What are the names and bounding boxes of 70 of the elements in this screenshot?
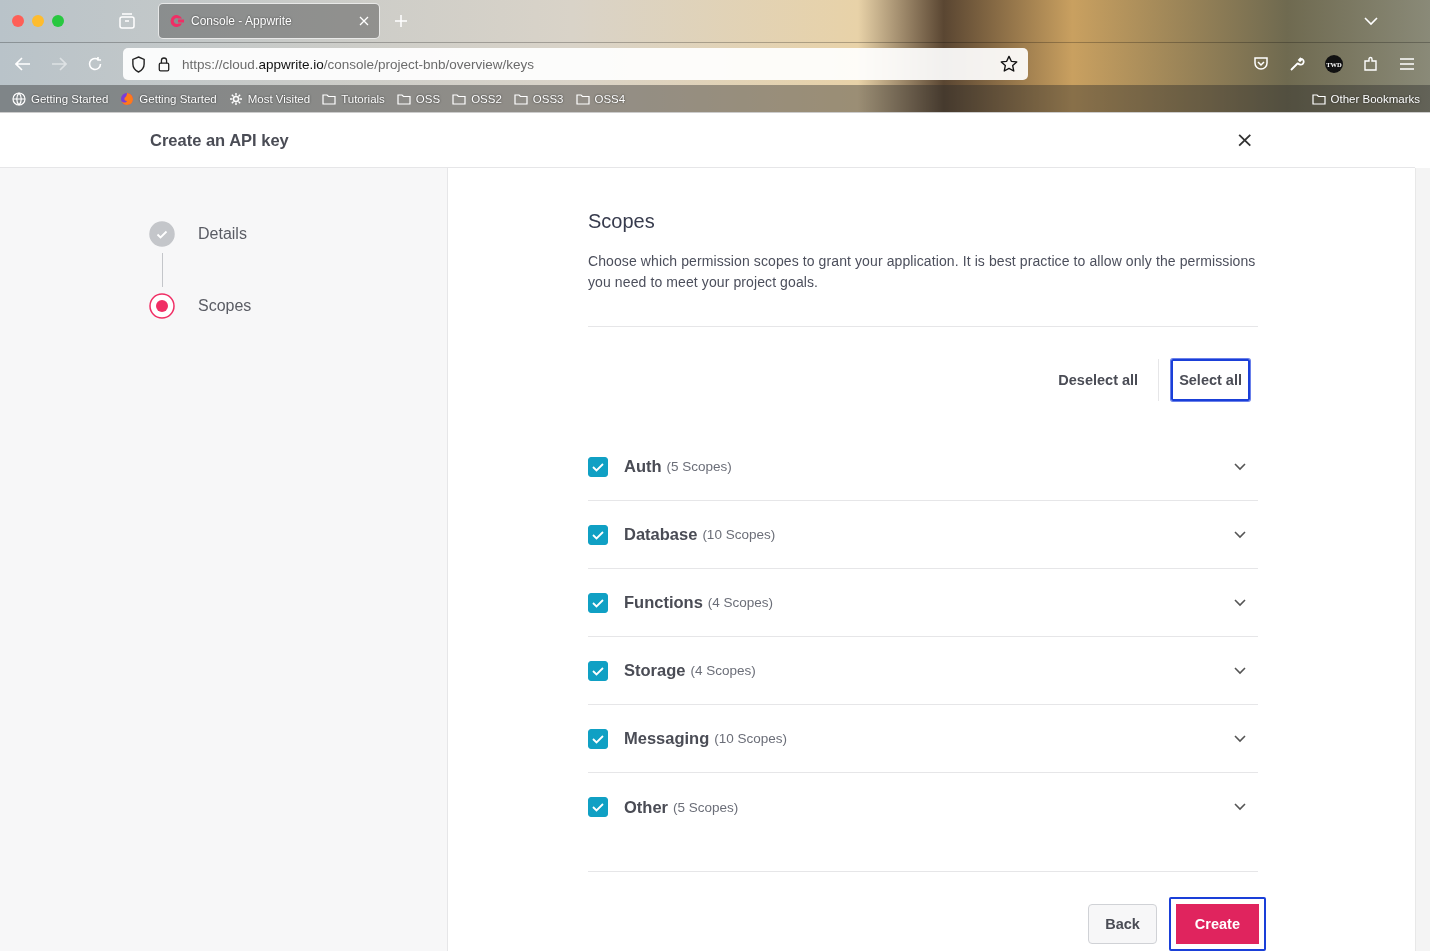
chevron-down-icon[interactable] (1234, 462, 1246, 471)
chevron-down-icon[interactable] (1234, 734, 1246, 743)
checkbox[interactable] (588, 660, 608, 681)
zoom-window-dot[interactable] (52, 15, 64, 27)
scope-count: (5 Scopes) (673, 799, 739, 815)
checkbox[interactable] (588, 728, 608, 749)
checkbox[interactable] (588, 524, 608, 545)
url-text: https://cloud.appwrite.io/console/project-bnb/overview/keys (182, 56, 534, 72)
scope-count: (4 Scopes) (707, 595, 774, 610)
bookmark[interactable]: Getting Started (120, 91, 217, 106)
bookmark[interactable]: OSS4 (575, 91, 626, 106)
bookmark-folder[interactable]: Other Bookmarks (1311, 91, 1420, 106)
star-icon[interactable] (1000, 55, 1018, 73)
checkbox[interactable] (588, 592, 608, 613)
scope-group-name: Functions (624, 593, 703, 612)
folder-icon (396, 91, 411, 106)
scope-count: (10 Scopes) (714, 731, 788, 746)
close-button[interactable]: × (1232, 129, 1257, 151)
bookmark[interactable]: OSS2 (452, 91, 502, 106)
fox-globe-icon (120, 91, 135, 106)
chevron-down-icon[interactable] (1234, 598, 1246, 607)
scope-count: (5 Scopes) (666, 459, 732, 474)
scope-group-name: Auth (624, 457, 662, 476)
lock-icon (158, 56, 170, 72)
step-label: Details (198, 225, 247, 243)
wrench-icon[interactable] (1289, 56, 1305, 72)
reload-icon[interactable] (87, 56, 103, 72)
gear-icon (228, 91, 243, 106)
back-button[interactable]: Back (1088, 904, 1157, 944)
folder-icon (452, 91, 467, 106)
checkbox[interactable] (588, 456, 608, 477)
scope-count: (4 Scopes) (690, 663, 756, 678)
scope-group-name: Database (624, 525, 698, 544)
step-label: Scopes (198, 297, 252, 315)
back-arrow-icon[interactable] (15, 57, 31, 71)
folder-icon (575, 91, 590, 106)
chevron-down-icon[interactable] (1234, 530, 1246, 539)
close-tab-icon[interactable] (359, 16, 369, 26)
address-bar[interactable]: https://cloud.appwrite.io/console/project-bnb/overview/keys (123, 48, 1028, 80)
create-button[interactable]: Create (1168, 897, 1266, 951)
pocket-icon[interactable] (1253, 56, 1269, 72)
appwrite-logo-icon (169, 13, 185, 29)
deselect-all-button[interactable]: Deselect all (1050, 359, 1147, 401)
section-heading: Scopes (588, 210, 656, 233)
bookmark[interactable]: Most Visited (228, 91, 311, 106)
minimize-window-dot[interactable] (32, 15, 44, 27)
folder-icon (322, 91, 337, 106)
shield-icon[interactable] (131, 55, 146, 73)
chevron-down-icon[interactable] (1234, 666, 1246, 675)
scope-group-name: Storage (624, 661, 686, 680)
dialog-title: Create an API key (150, 130, 290, 150)
checkbox[interactable] (588, 797, 608, 817)
menu-icon[interactable] (1399, 58, 1415, 70)
bookmark[interactable]: OSS3 (513, 91, 564, 106)
scope-group-name: Other (624, 797, 668, 817)
chevron-down-icon[interactable] (1234, 803, 1246, 811)
globe-icon (12, 91, 26, 106)
folder-icon (1311, 91, 1326, 106)
puzzle-icon[interactable] (1363, 56, 1379, 72)
section-description: Choose which permission scopes to grant your application. It is best practice to allow only the permissions you need to meet your project goals. (588, 251, 1258, 327)
tray-icon[interactable] (118, 12, 136, 30)
scope-count: (10 Scopes) (702, 527, 776, 542)
bookmark[interactable]: Tutorials (322, 91, 385, 106)
bookmark[interactable]: Getting Started (12, 91, 109, 106)
bookmark[interactable]: OSS (396, 91, 441, 106)
select-all-button[interactable]: Select all (1171, 359, 1250, 401)
folder-icon (513, 91, 528, 106)
browser-tab[interactable]: Console - Appwrite (158, 3, 380, 39)
close-window-dot[interactable] (12, 15, 24, 27)
scope-group-name: Messaging (624, 729, 710, 748)
